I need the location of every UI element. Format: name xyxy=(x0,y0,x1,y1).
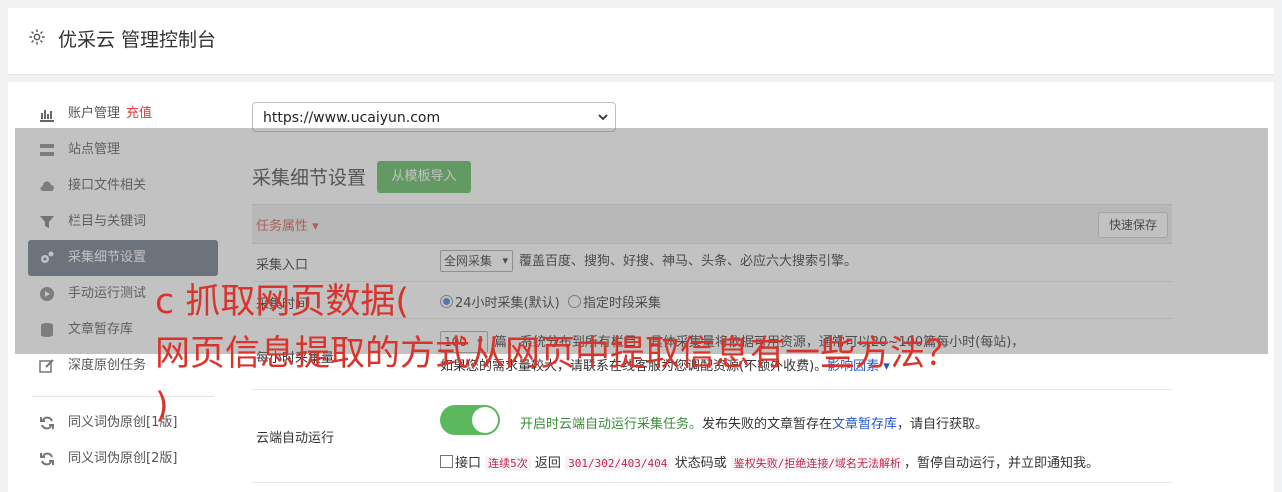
refresh-icon xyxy=(40,452,54,466)
site-select-value: https://www.ucaiyun.com xyxy=(263,110,441,126)
sidebar-item-label: 深度原创任务 xyxy=(68,358,147,373)
refresh-icon xyxy=(40,416,54,430)
chevron-down-icon xyxy=(598,114,608,121)
code-consecutive: 连续5次 xyxy=(485,456,531,471)
sidebar-item-account[interactable]: 账户管理 充值 xyxy=(28,96,218,132)
page-title: 优采云 管理控制台 xyxy=(58,29,217,51)
recharge-link[interactable]: 充值 xyxy=(126,106,152,121)
headline-line-2: 网页信息提取的方式从网页中提取信息有一些方法？ xyxy=(155,334,961,374)
code-errors: 鉴权失败/拒绝连接/域名无法解析 xyxy=(730,456,904,471)
edit-icon xyxy=(39,359,54,373)
sidebar-item-label: 同义词伪原创[2版] xyxy=(68,451,178,466)
sidebar-item-label: 账户管理 xyxy=(68,106,121,121)
bar-chart-icon xyxy=(40,110,54,122)
headline-line-3: ) xyxy=(155,386,169,426)
api-failure-checkbox[interactable] xyxy=(440,455,453,468)
headline-line-1: c 抓取网页数据( xyxy=(155,282,410,322)
gear-icon xyxy=(29,29,45,45)
code-status: 301/302/403/404 xyxy=(565,456,671,471)
api-label: 接口 xyxy=(455,456,482,471)
sidebar-item-synonym-v2[interactable]: 同义词伪原创[2版] xyxy=(28,441,218,477)
overlay-headline: c 抓取网页数据( 网页信息提取的方式从网页中提取信息有一些方法？ ) xyxy=(155,276,1155,432)
top-bar: 优采云 管理控制台 xyxy=(8,8,1274,75)
cloud-text-c: 返回 xyxy=(534,456,561,471)
cloud-text-e: ，暂停自动运行，并立即通知我。 xyxy=(903,456,1099,471)
cloud-text-d: 状态码或 xyxy=(674,456,727,471)
